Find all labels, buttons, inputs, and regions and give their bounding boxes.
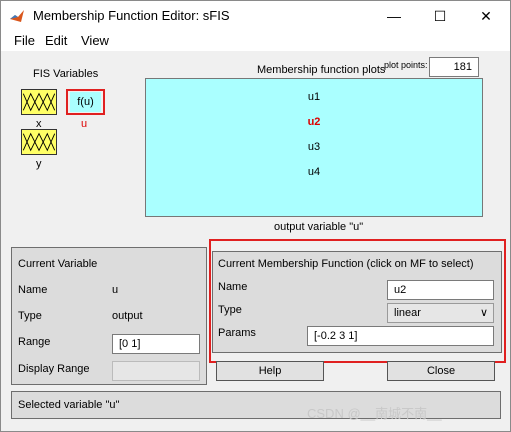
mf-u2-selected[interactable]: u2	[146, 116, 482, 128]
cv-name-value: u	[112, 284, 119, 296]
matlab-app-icon	[10, 10, 24, 22]
watermark: CSDN @__南城不南__	[307, 406, 442, 421]
plot-points-label: plot points:	[384, 60, 428, 70]
cv-type-label: Type	[18, 310, 42, 322]
plot-caption: output variable "u"	[274, 221, 364, 233]
menu-view[interactable]: View	[81, 33, 109, 48]
close-window-button[interactable]: ✕	[463, 1, 509, 31]
annotation-highlight-box	[209, 239, 506, 363]
output-variable-u-box[interactable]: f(u)	[70, 92, 101, 112]
minimize-button[interactable]: —	[371, 1, 417, 31]
input-variable-y-box[interactable]	[21, 129, 57, 155]
current-variable-header: Current Variable	[18, 258, 98, 270]
output-variable-u-label: u	[81, 118, 88, 130]
help-button[interactable]: Help	[216, 361, 324, 381]
minimize-icon: —	[387, 8, 401, 24]
title-bar: Membership Function Editor: sFIS — ☐ ✕	[1, 1, 510, 31]
plot-points-input[interactable]: 181	[429, 57, 479, 77]
display-range-input	[112, 361, 200, 381]
mf-u1[interactable]: u1	[146, 91, 482, 103]
mf-plot-area[interactable]: u1 u2 u3 u4	[145, 78, 483, 217]
input-variable-x-box[interactable]	[21, 89, 57, 115]
cv-display-range-label: Display Range	[18, 363, 90, 375]
cv-range-label: Range	[18, 336, 51, 348]
window-title: Membership Function Editor: sFIS	[33, 8, 230, 23]
cv-type-value: output	[112, 310, 143, 322]
range-input[interactable]: [0 1]	[112, 334, 200, 354]
cv-name-label: Name	[18, 284, 48, 296]
menu-bar: File Edit View	[1, 31, 510, 51]
mf-editor-window: Membership Function Editor: sFIS — ☐ ✕ F…	[0, 0, 511, 432]
close-icon: ✕	[480, 8, 492, 24]
mf-u4[interactable]: u4	[146, 166, 482, 178]
plot-title: Membership function plots	[257, 64, 386, 76]
maximize-button[interactable]: ☐	[417, 1, 463, 31]
input-variable-y-label: y	[36, 158, 42, 170]
mf-u3[interactable]: u3	[146, 141, 482, 153]
menu-edit[interactable]: Edit	[45, 33, 67, 48]
maximize-icon: ☐	[433, 8, 447, 24]
status-text: Selected variable "u"	[18, 399, 120, 411]
menu-file[interactable]: File	[14, 33, 35, 48]
fis-variables-header: FIS Variables	[33, 68, 99, 80]
close-button[interactable]: Close	[387, 361, 495, 381]
